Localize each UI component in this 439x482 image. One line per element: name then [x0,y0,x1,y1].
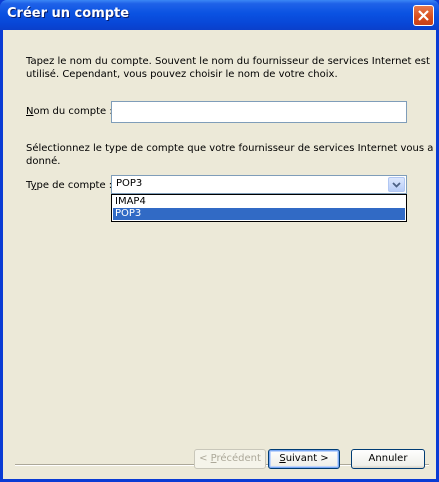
option-imap4[interactable]: IMAP4 [113,196,405,208]
back-button[interactable]: < Précédent [194,449,266,469]
back-arrow: < [199,453,211,464]
type-instructions: Sélectionnez le type de compte que votre… [26,142,433,168]
close-icon [418,10,429,21]
create-account-dialog: Créer un compte Tapez le nom du compte. … [0,0,439,482]
cancel-button[interactable]: Annuler [351,449,425,469]
chevron-down-icon [392,182,401,188]
account-name-label-text: om du compte : [33,106,113,117]
next-label: uivant > [285,453,329,464]
option-pop3[interactable]: POP3 [113,208,405,220]
dialog-body: Tapez le nom du compte. Souvent le nom d… [3,30,436,479]
intro-line-1: Tapez le nom du compte. Souvent le nom d… [26,56,430,67]
back-label: récédent [216,453,261,464]
window-title: Créer un compte [7,6,130,21]
account-type-dropdown-list: IMAP4 POP3 [111,194,407,222]
type-instructions-line-2: donné. [26,156,61,167]
next-button[interactable]: Suivant > [268,449,340,469]
title-bar[interactable]: Créer un compte [0,0,439,30]
account-name-label: Nom du compte : [26,105,113,118]
close-button[interactable] [413,5,434,26]
account-type-label: Type de compte : [26,179,112,192]
intro-text: Tapez le nom du compte. Souvent le nom d… [26,55,430,81]
account-name-input[interactable] [111,101,407,123]
dropdown-button[interactable] [388,177,405,192]
type-instructions-line-1: Sélectionnez le type de compte que votre… [26,143,434,154]
account-type-select[interactable]: POP3 [111,175,407,194]
account-type-selected-value: POP3 [116,178,143,189]
account-type-label-text: pe de compte : [36,180,113,191]
intro-line-2: utilisé. Cependant, vous pouvez choisir … [26,69,338,80]
